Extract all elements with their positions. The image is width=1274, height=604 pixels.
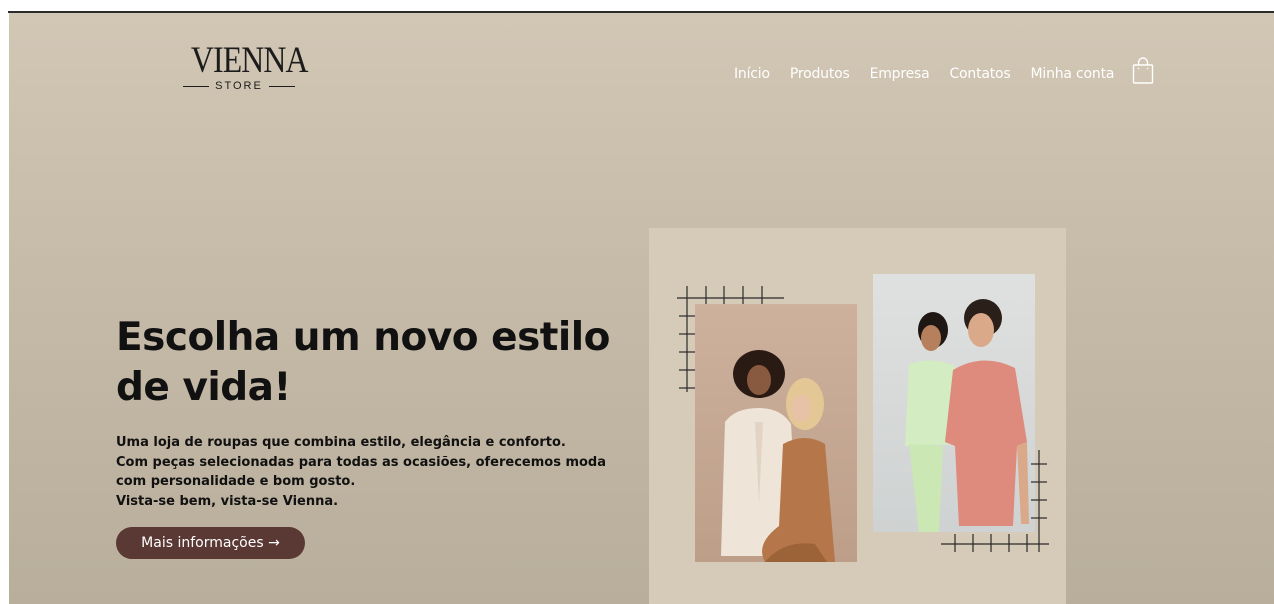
tagline-rule-right bbox=[268, 85, 295, 87]
photo-two-men bbox=[873, 274, 1035, 532]
hero-image-panel bbox=[649, 228, 1066, 604]
nav-item-produtos[interactable]: Produtos bbox=[790, 66, 850, 82]
brand-tagline-row: STORE bbox=[183, 80, 295, 92]
main-nav: Início Produtos Empresa Contatos Minha c… bbox=[734, 57, 1154, 85]
photo-two-women bbox=[695, 304, 857, 562]
brand-logo[interactable]: VIENNA STORE bbox=[183, 40, 309, 92]
hero-description-line: Com peças selecionadas para todas as oca… bbox=[116, 454, 607, 490]
hero-description-line: Vista-se bem, vista-se Vienna. bbox=[116, 493, 339, 509]
nav-item-minha-conta[interactable]: Minha conta bbox=[1031, 66, 1115, 82]
hero-title: Escolha um novo estilo de vida! bbox=[116, 315, 610, 410]
nav-item-contatos[interactable]: Contatos bbox=[949, 66, 1010, 82]
hero-section: VIENNA STORE Início Produtos Empresa Con… bbox=[9, 13, 1274, 604]
brand-name: VIENNA bbox=[190, 40, 309, 81]
shopping-bag-icon[interactable] bbox=[1132, 57, 1154, 85]
hero-description: Uma loja de roupas que combina estilo, e… bbox=[116, 433, 636, 511]
tagline-rule-left bbox=[183, 85, 210, 87]
nav-item-empresa[interactable]: Empresa bbox=[870, 66, 930, 82]
brand-tagline: STORE bbox=[215, 80, 263, 92]
hero-description-line: Uma loja de roupas que combina estilo, e… bbox=[116, 435, 566, 450]
nav-item-inicio[interactable]: Início bbox=[734, 66, 770, 82]
more-info-button[interactable]: Mais informações → bbox=[116, 527, 305, 559]
